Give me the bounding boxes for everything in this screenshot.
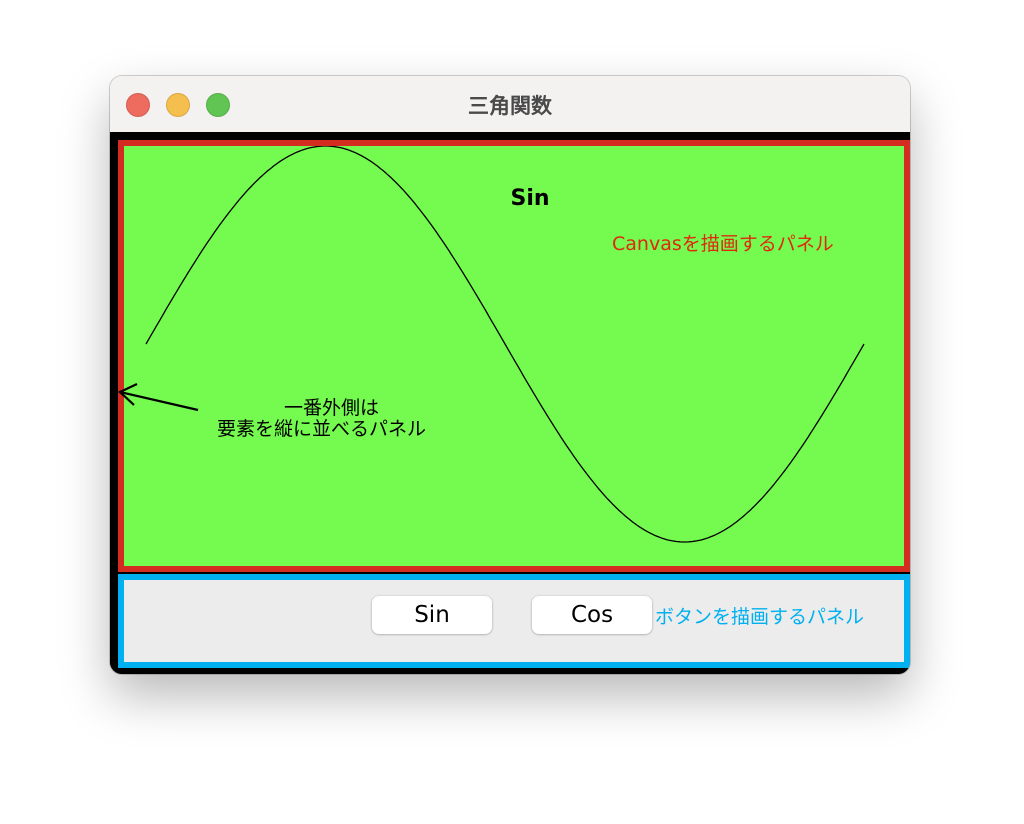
window-title: 三角関数 — [468, 94, 552, 118]
canvas-panel: Sin — [118, 140, 910, 572]
sine-plot: Sin — [145, 146, 865, 543]
app-window: 三角関数 Sin Sin Cos — [110, 76, 910, 674]
button-panel-annotation: ボタンを描画するパネル — [655, 606, 865, 628]
sin-button[interactable]: Sin — [372, 596, 492, 634]
outer-vertical-panel: Sin Sin Cos — [110, 132, 910, 674]
cos-button[interactable]: Cos — [532, 596, 652, 634]
canvas-panel-annotation: Canvasを描画するパネル — [612, 233, 834, 255]
sine-curve — [145, 146, 865, 543]
outer-panel-annotation-line2: 要素を縦に並べるパネル — [217, 418, 427, 440]
plot-label: Sin — [510, 186, 549, 211]
title-bar[interactable]: 三角関数 — [110, 76, 910, 132]
